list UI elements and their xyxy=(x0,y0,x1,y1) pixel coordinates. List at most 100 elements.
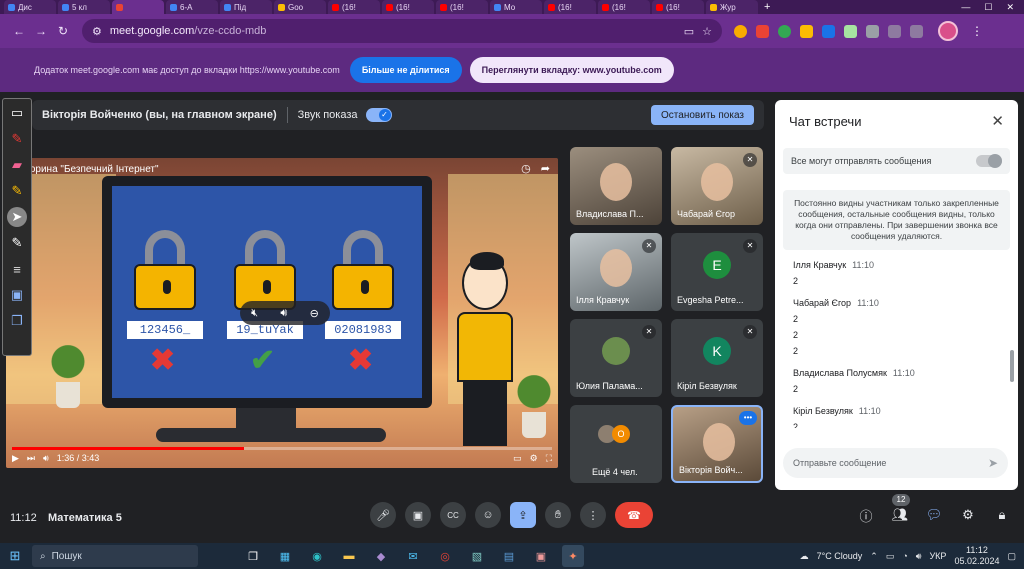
browser-tab[interactable]: 5 кл xyxy=(58,0,110,14)
send-icon[interactable]: ➤ xyxy=(988,456,998,470)
settings-gear-icon[interactable]: ⚙ xyxy=(530,453,538,464)
more-options-icon[interactable]: ⋮ xyxy=(580,502,606,528)
cursor-icon[interactable]: ➤ xyxy=(7,207,27,227)
info-icon[interactable]: ⓘ xyxy=(856,502,876,528)
extension-icon[interactable] xyxy=(844,24,857,38)
people-icon[interactable]: 👥︎ 12 xyxy=(890,494,910,528)
store-icon[interactable]: ▦ xyxy=(274,545,296,567)
participant-tile[interactable]: ✕ Чабарай Єгор xyxy=(671,147,763,225)
switch-tab-button[interactable]: Переглянути вкладку: www.youtube.com xyxy=(469,57,674,83)
captions-icon[interactable]: CC xyxy=(440,502,466,528)
allow-messages-toggle[interactable] xyxy=(976,154,1002,168)
minimize-button[interactable]: — xyxy=(961,2,970,13)
taskbar-search[interactable]: ⌕ Пошук xyxy=(32,545,198,567)
pen-white-icon[interactable]: ✎ xyxy=(7,233,27,253)
app-icon[interactable]: ▣ xyxy=(530,545,552,567)
windows-icon[interactable]: ❐ xyxy=(7,311,27,331)
fullscreen-icon[interactable]: ⛶ xyxy=(546,453,552,464)
more-options-icon[interactable]: ••• xyxy=(739,411,757,425)
tray-up-icon[interactable]: ⌃ xyxy=(870,551,878,562)
participant-tile[interactable]: ✕ Юлия Палама... xyxy=(570,319,662,397)
activities-icon[interactable]: ⚙ xyxy=(958,502,978,528)
browser-tab[interactable]: Жур xyxy=(706,0,758,14)
clock[interactable]: 11:12 05.02.2024 xyxy=(954,545,999,567)
browser-tab[interactable]: (16! xyxy=(382,0,434,14)
minimize-icon[interactable]: ⊖ xyxy=(310,307,319,320)
maximize-button[interactable]: ☐ xyxy=(984,2,992,13)
play-icon[interactable]: ▶ xyxy=(12,453,19,464)
close-icon[interactable]: ✕ xyxy=(991,112,1004,130)
bookmark-star-icon[interactable]: ☆ xyxy=(702,25,712,38)
browser-tab[interactable]: 6-А xyxy=(166,0,218,14)
sound-toggle[interactable] xyxy=(365,108,392,122)
mail-icon[interactable]: ✉ xyxy=(402,545,424,567)
address-bar[interactable]: ⚙ meet.google.com/vze-ccdo-mdb ▭ ☆ xyxy=(82,19,722,43)
watch-later-icon[interactable]: ◷ xyxy=(521,162,531,175)
lines-icon[interactable]: ≡ xyxy=(7,259,27,279)
present-icon[interactable]: ⇪ xyxy=(510,502,536,528)
next-icon[interactable]: ⏭ xyxy=(27,453,35,464)
edge-icon[interactable]: ◉ xyxy=(306,545,328,567)
subtitles-icon[interactable]: ▭ xyxy=(513,453,522,464)
more-participants-tile[interactable]: O Ещё 4 чел. xyxy=(570,405,662,483)
weather-label[interactable]: 7°C Cloudy xyxy=(817,551,863,561)
host-controls-icon[interactable]: 🔒︎ xyxy=(992,502,1012,528)
volume-icon[interactable]: 🔊︎ xyxy=(280,307,287,320)
profile-avatar[interactable] xyxy=(938,21,958,41)
self-tile[interactable]: ••• Вікторія Войч... xyxy=(671,405,763,483)
raise-hand-icon[interactable]: ✋︎ xyxy=(545,502,571,528)
menu-kebab-icon[interactable]: ⋮ xyxy=(971,24,983,38)
close-window-button[interactable]: ✕ xyxy=(1006,2,1014,13)
browser-tab[interactable]: Під xyxy=(220,0,272,14)
chrome-icon[interactable]: ◎ xyxy=(434,545,456,567)
browser-tab[interactable]: (16! xyxy=(544,0,596,14)
network-icon[interactable]: ▭ xyxy=(886,551,895,562)
photos-icon[interactable]: ▧ xyxy=(466,545,488,567)
browser-tab[interactable]: (16! xyxy=(652,0,704,14)
site-info-icon[interactable]: ⚙ xyxy=(92,25,102,38)
extension-icon[interactable] xyxy=(778,24,791,38)
presented-video[interactable]: Вікторина "Безпечний Інтернет" ◷ ➦ 12345… xyxy=(6,158,558,468)
browser-tab[interactable]: Goo xyxy=(274,0,326,14)
emoji-icon[interactable]: ☺ xyxy=(475,502,501,528)
mic-icon[interactable]: 🎤︎ xyxy=(370,502,396,528)
pen-red-icon[interactable]: ✎ xyxy=(7,129,27,149)
participant-tile[interactable]: ✕ E Evgesha Petre... xyxy=(671,233,763,311)
extension-icon[interactable] xyxy=(800,24,813,38)
chat-scrollbar[interactable] xyxy=(1010,350,1014,382)
task-view-icon[interactable]: ❐ xyxy=(242,545,264,567)
back-icon[interactable]: ← xyxy=(8,24,30,38)
volume-icon[interactable]: 🔊︎ xyxy=(916,551,922,562)
participant-tile[interactable]: Владислава П... xyxy=(570,147,662,225)
stop-sharing-button[interactable]: Більше не ділитися xyxy=(349,57,462,83)
mute-presentation-icon[interactable]: 🔇︎ xyxy=(251,307,258,320)
camera-icon[interactable]: ▣ xyxy=(405,502,431,528)
browser-tab[interactable]: (16! xyxy=(436,0,488,14)
windows-start-icon[interactable]: ⊞ xyxy=(0,543,30,569)
notifications-icon[interactable]: ▢ xyxy=(1007,551,1016,562)
end-call-icon[interactable]: ☎ xyxy=(615,502,653,528)
browser-tab[interactable]: (16! xyxy=(598,0,650,14)
browser-tab[interactable]: Мо xyxy=(490,0,542,14)
highlighter-icon[interactable]: ✎ xyxy=(7,181,27,201)
browser-tab[interactable] xyxy=(112,0,164,14)
chat-input[interactable]: Отправьте сообщение ➤ xyxy=(783,448,1008,478)
chat-icon[interactable]: 💬︎ xyxy=(924,502,944,528)
new-tab-button[interactable]: + xyxy=(760,1,774,13)
app-icon[interactable]: ✦ xyxy=(562,545,584,567)
side-panel-icon[interactable] xyxy=(910,24,923,38)
stop-presenting-button[interactable]: Остановить показ xyxy=(651,105,754,125)
wifi-icon[interactable]: ◔ xyxy=(902,551,907,561)
extension-icon[interactable] xyxy=(734,24,747,38)
puzzle-icon[interactable] xyxy=(888,24,901,38)
eraser-icon[interactable]: ▰ xyxy=(7,155,27,175)
extension-icon[interactable] xyxy=(866,24,879,38)
word-icon[interactable]: ▤ xyxy=(498,545,520,567)
extension-icon[interactable] xyxy=(756,24,769,38)
app-icon[interactable]: ◆ xyxy=(370,545,392,567)
participant-tile[interactable]: ✕ Ілля Кравчук xyxy=(570,233,662,311)
browser-tab[interactable]: Дис xyxy=(4,0,56,14)
explorer-icon[interactable]: ▬ xyxy=(338,545,360,567)
weather-icon[interactable]: ☁ xyxy=(800,551,809,562)
camera-indicator-icon[interactable]: ▭ xyxy=(684,25,694,38)
